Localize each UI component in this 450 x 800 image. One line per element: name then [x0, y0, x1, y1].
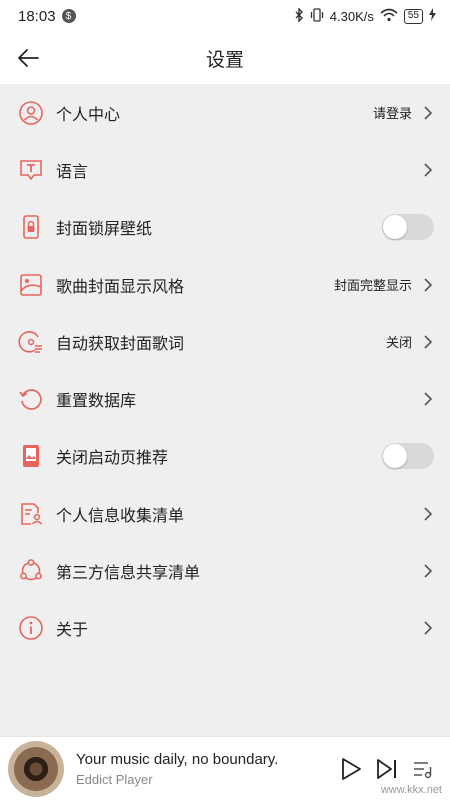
battery-icon: 55 [403, 8, 423, 24]
back-button[interactable] [14, 44, 42, 72]
status-bar: 18:03 $ 4.30K/s 55 [0, 0, 450, 32]
lockscreen-wallpaper-toggle[interactable] [382, 214, 434, 241]
setting-row-reset-database[interactable]: 重置数据库 [0, 370, 450, 427]
disable-splash-toggle[interactable] [382, 443, 434, 470]
lockscreen-icon [18, 214, 44, 240]
chevron-right-icon [422, 277, 434, 293]
chevron-right-icon [422, 506, 434, 522]
now-playing-title: Your music daily, no boundary. [76, 750, 279, 768]
setting-row-personal-info-list[interactable]: 个人信息收集清单 [0, 485, 450, 542]
user-icon [18, 100, 44, 126]
setting-row-third-party-share-list[interactable]: 第三方信息共享清单 [0, 542, 450, 599]
toggle-knob [383, 215, 407, 240]
setting-row-disable-splash: 关闭启动页推荐 [0, 428, 450, 485]
setting-label: 自动获取封面歌词 [56, 335, 185, 353]
cover-style-icon [18, 272, 44, 298]
now-playing-info: Your music daily, no boundary. Eddict Pl… [76, 751, 278, 787]
setting-row-cover-style[interactable]: 歌曲封面显示风格 封面完整显示 [0, 256, 450, 313]
chevron-right-icon [422, 334, 434, 350]
setting-row-profile[interactable]: 个人中心 请登录 [0, 84, 450, 141]
album-cover[interactable] [8, 740, 64, 797]
setting-label: 歌曲封面显示风格 [56, 278, 185, 296]
setting-label: 个人信息收集清单 [56, 507, 185, 525]
app-header: 设置 [0, 32, 450, 84]
app-notification-icon: $ [61, 9, 76, 23]
setting-label: 关于 [56, 622, 89, 640]
setting-label: 第三方信息共享清单 [56, 565, 201, 583]
share-icon [18, 558, 44, 584]
toggle-knob [383, 444, 407, 469]
setting-row-language[interactable]: 语言 [0, 141, 450, 198]
setting-label: 封面锁屏壁纸 [56, 221, 153, 239]
playlist-icon[interactable] [410, 756, 436, 782]
play-icon[interactable] [338, 756, 364, 782]
wifi-icon [380, 8, 398, 25]
language-icon [18, 157, 44, 183]
watermark: www.kkx.net [380, 784, 442, 796]
next-track-icon[interactable] [374, 756, 400, 782]
back-arrow-icon [18, 49, 39, 67]
setting-value: 关闭 [385, 335, 412, 351]
bluetooth-icon [294, 6, 304, 25]
chevron-right-icon [422, 620, 434, 636]
vibrate-icon [310, 7, 324, 25]
info-icon [18, 615, 44, 641]
setting-row-auto-lyrics[interactable]: 自动获取封面歌词 关闭 [0, 313, 450, 370]
now-playing-artist: Eddict Player [76, 771, 153, 787]
page-title: 设置 [205, 49, 244, 71]
reset-icon [18, 386, 44, 412]
settings-list: 个人中心 请登录 语言 封面锁屏壁纸 歌曲封面显示风格 封面完整显示 自动获取封… [0, 84, 450, 657]
setting-label: 语言 [56, 163, 89, 181]
mini-player[interactable]: Your music daily, no boundary. Eddict Pl… [0, 736, 450, 800]
status-right: 4.30K/s 55 [294, 6, 436, 25]
setting-row-about[interactable]: 关于 [0, 600, 450, 657]
setting-value: 封面完整显示 [333, 278, 412, 294]
player-controls [338, 756, 436, 782]
net-speed: 4.30K/s [329, 8, 374, 24]
setting-row-lockscreen-wallpaper: 封面锁屏壁纸 [0, 199, 450, 256]
splash-icon [18, 443, 44, 469]
setting-value: 请登录 [372, 106, 412, 122]
setting-label: 关闭启动页推荐 [56, 450, 169, 468]
chevron-right-icon [422, 162, 434, 178]
charging-icon [429, 8, 436, 24]
disc-lyrics-icon [18, 329, 44, 355]
status-time: 18:03 [18, 7, 56, 25]
chevron-right-icon [422, 391, 434, 407]
chevron-right-icon [422, 563, 434, 579]
setting-label: 重置数据库 [56, 393, 137, 411]
personal-info-icon [18, 501, 44, 527]
setting-label: 个人中心 [56, 106, 121, 124]
chevron-right-icon [422, 105, 434, 121]
